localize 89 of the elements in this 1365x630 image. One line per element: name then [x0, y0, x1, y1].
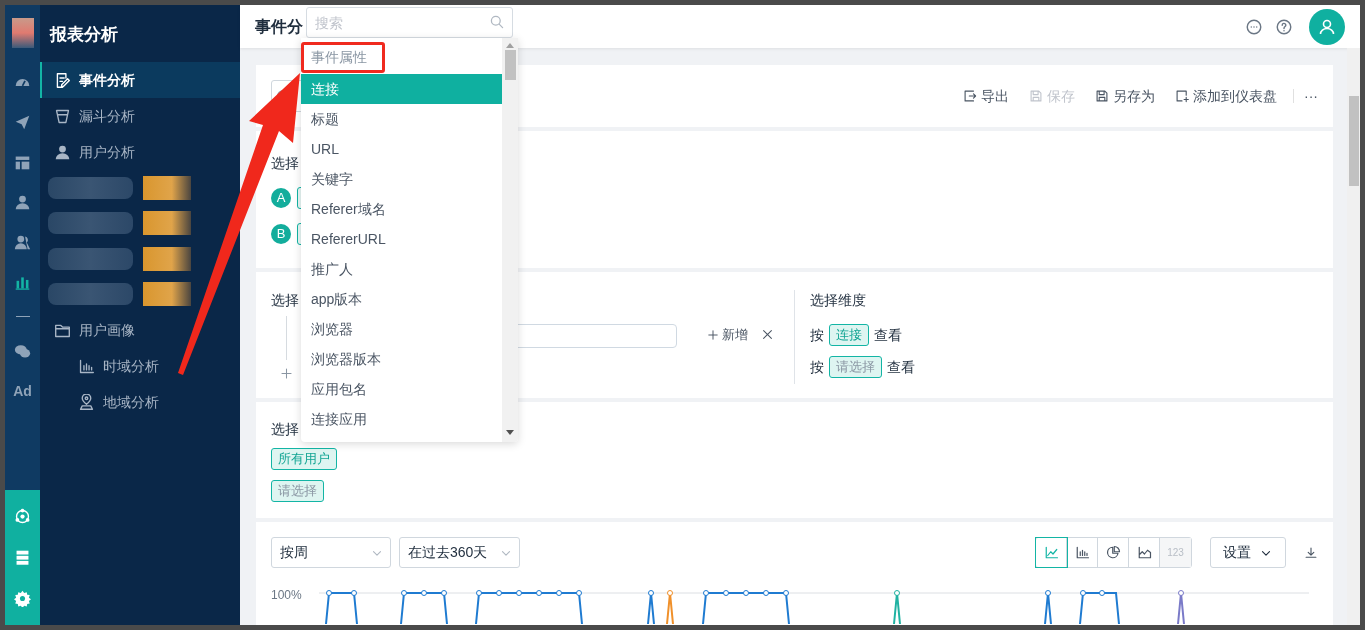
event-marker: B — [271, 224, 291, 244]
more-button[interactable]: ··· — [1304, 85, 1318, 107]
avatar[interactable] — [1309, 8, 1345, 45]
help-icon — [1275, 17, 1293, 36]
toolbar-action[interactable]: 导出 — [963, 85, 1009, 107]
sidebar-item[interactable]: 用户分析 — [40, 134, 240, 170]
scrollbar-thumb[interactable] — [1348, 96, 1359, 186]
select-field[interactable]: 按周 — [271, 537, 391, 568]
blurred-badge — [143, 211, 191, 236]
sidebar-item-label: 漏斗分析 — [79, 106, 135, 126]
help-button[interactable] — [1275, 17, 1293, 36]
section-label: 选择 — [271, 420, 299, 439]
download-icon — [1304, 545, 1318, 560]
plus-icon — [280, 367, 293, 380]
location-pin-icon — [78, 393, 95, 411]
chat-bubbles-icon — [14, 342, 31, 360]
select-field[interactable]: 在过去360天 — [399, 537, 520, 568]
section-label: 选择 — [271, 154, 299, 173]
section-label: 选择 — [271, 291, 299, 310]
sidebar-item-label: 时域分析 — [103, 356, 159, 376]
area-chart-icon — [1136, 545, 1152, 560]
network-icon — [14, 508, 31, 525]
export-icon — [963, 89, 977, 103]
scrollbar[interactable] — [1347, 48, 1360, 625]
user-icon — [54, 143, 71, 161]
user-icon — [14, 193, 31, 211]
save-icon — [1029, 89, 1043, 103]
dropdown-option[interactable]: Referer域名 — [301, 194, 502, 224]
dropdown-option[interactable]: 连接应用 — [301, 404, 502, 434]
sidebar-item[interactable]: 漏斗分析 — [40, 98, 240, 134]
add-icon — [1175, 89, 1189, 103]
pie-chart-icon — [1105, 545, 1121, 560]
dropdown-option[interactable]: app版本 — [301, 284, 502, 314]
blurred-badge — [143, 246, 191, 271]
group-header: 事件属性 — [301, 42, 385, 73]
save-icon — [1095, 89, 1109, 103]
toolbar-action[interactable]: 另存为 — [1095, 85, 1155, 107]
scrollbar[interactable] — [502, 38, 518, 442]
server-icon — [14, 549, 31, 566]
blurred-badge — [143, 175, 191, 200]
settings-icon — [14, 590, 31, 607]
dropdown-option[interactable]: RefererURL — [301, 224, 502, 254]
scrollbar-thumb[interactable] — [504, 50, 516, 80]
dropdown-option[interactable]: 应用包名 — [301, 374, 502, 404]
edit-icon — [54, 71, 71, 89]
sidebar-item[interactable]: 用户画像 — [40, 312, 240, 348]
sidebar-item-label: 用户画像 — [79, 320, 135, 340]
funnel-icon — [54, 107, 71, 125]
message-icon — [1245, 17, 1263, 36]
download-button[interactable] — [1304, 545, 1318, 560]
dropdown-option[interactable]: 浏览器版本 — [301, 344, 502, 374]
logo[interactable] — [11, 18, 34, 48]
sidebar-item-label: 地域分析 — [103, 392, 159, 412]
message-button[interactable] — [1245, 17, 1263, 36]
dropdown-option[interactable]: 标题 — [301, 104, 502, 134]
line-chart-icon — [1043, 545, 1059, 560]
add-metric-button[interactable]: 新增 — [707, 325, 748, 345]
close-icon — [761, 328, 774, 341]
event-marker: A — [271, 188, 291, 208]
plus-icon — [707, 328, 719, 341]
toolbar-action[interactable]: 添加到仪表盘 — [1175, 85, 1277, 107]
scroll-down-icon[interactable] — [506, 430, 514, 435]
dropdown-option[interactable]: 推广人 — [301, 254, 502, 284]
dimension-prefix: 按 — [810, 325, 824, 345]
search-icon — [489, 14, 505, 30]
dropdown-option[interactable]: URL — [301, 134, 502, 164]
search-field[interactable]: 搜索 — [306, 7, 513, 38]
ad-nav-item[interactable]: Ad — [13, 371, 32, 411]
dropdown-option[interactable]: 浏览器 — [301, 314, 502, 344]
bar-chart-icon — [78, 357, 95, 375]
remove-button[interactable] — [761, 328, 774, 341]
users-icon — [14, 233, 31, 251]
section-label: 选择维度 — [810, 291, 867, 310]
dimension-prefix: 按 — [810, 357, 824, 377]
sidebar-item[interactable]: 时域分析 — [40, 348, 240, 384]
dimension-suffix: 查看 — [887, 357, 915, 377]
sidebar-title: 报表分析 — [48, 24, 119, 46]
sidebar-item-label: 用户分析 — [79, 142, 135, 162]
bar-chart-icon — [1074, 545, 1090, 560]
settings-dropdown[interactable]: 设置 — [1210, 537, 1286, 568]
sidebar-item[interactable]: 地域分析 — [40, 384, 240, 420]
sidebar-item-label: 事件分析 — [79, 70, 135, 90]
axis-label: 100% — [271, 587, 303, 604]
dimension-suffix: 查看 — [874, 325, 902, 345]
blurred-badge — [143, 282, 191, 307]
page-title: 事件分 — [255, 16, 303, 37]
sidebar-item[interactable]: 事件分析 — [40, 62, 240, 98]
dropdown-option[interactable]: 关键字 — [301, 164, 502, 194]
paper-plane-icon — [14, 113, 31, 131]
